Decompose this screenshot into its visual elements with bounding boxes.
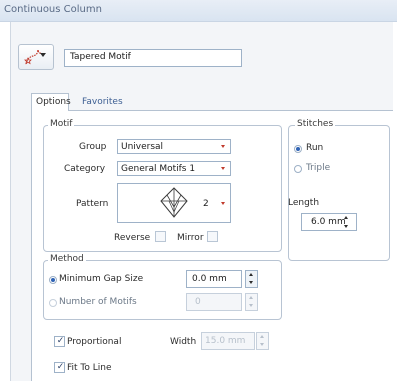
chevron-down-icon[interactable] [221,145,225,148]
motif-name-text: Tapered Motif [70,52,131,62]
spin-up-icon[interactable] [249,296,253,299]
proportional-label[interactable]: Proportional [67,337,121,347]
spin-up-icon[interactable] [344,216,348,219]
check-icon: ✓ [56,362,65,372]
reverse-label: Reverse [114,233,151,243]
method-group [43,260,282,320]
spin-down-icon[interactable] [344,225,348,228]
motif-group-legend: Motif [48,119,75,129]
category-label: Category [64,164,106,174]
tab-options-label[interactable]: Options [36,97,71,107]
window-title: Continuous Column [4,4,102,15]
spin-down-icon[interactable] [249,281,253,284]
run-label[interactable]: Run [306,143,323,153]
width-value: 15.0 mm [205,336,246,346]
minimum-gap-label[interactable]: Minimum Gap Size [59,274,143,284]
run-radio-selected-dot [296,147,300,151]
motif-stitch-icon [24,49,41,65]
chevron-down-icon[interactable] [221,167,225,170]
minimum-gap-value: 0.0 mm [192,274,227,284]
pattern-number: 2 [203,199,209,209]
method-group-legend: Method [48,254,86,264]
triple-label[interactable]: Triple [306,163,330,173]
number-of-motifs-label[interactable]: Number of Motifs [59,297,137,307]
number-of-motifs-radio[interactable] [49,299,57,307]
reverse-checkbox[interactable] [155,231,166,242]
width-label: Width [170,337,197,347]
spin-down-icon[interactable] [260,343,264,346]
chevron-down-icon[interactable] [40,53,46,57]
minimum-gap-radio-selected-dot [51,278,55,282]
pattern-motif-icon [160,187,188,218]
chevron-down-icon[interactable] [221,202,225,205]
stitches-group-legend: Stitches [295,119,336,129]
category-dropdown-value: General Motifs 1 [121,164,196,174]
mirror-checkbox[interactable] [207,231,218,242]
spin-up-icon[interactable] [249,273,253,276]
tab-favorites-label[interactable]: Favorites [82,97,123,107]
fit-to-line-label[interactable]: Fit To Line [67,363,112,373]
spin-up-icon[interactable] [260,335,264,338]
mirror-label: Mirror [177,233,204,243]
spin-down-icon[interactable] [249,304,253,307]
check-icon: ✓ [56,336,65,346]
number-of-motifs-value: 0 [195,297,201,307]
group-label: Group [79,142,107,152]
pattern-label: Pattern [76,199,109,209]
length-label: Length [288,198,320,208]
stitches-group [288,125,390,261]
triple-radio[interactable] [294,165,302,173]
length-value: 6.0 mm [311,217,346,227]
group-dropdown-value: Universal [121,142,164,152]
